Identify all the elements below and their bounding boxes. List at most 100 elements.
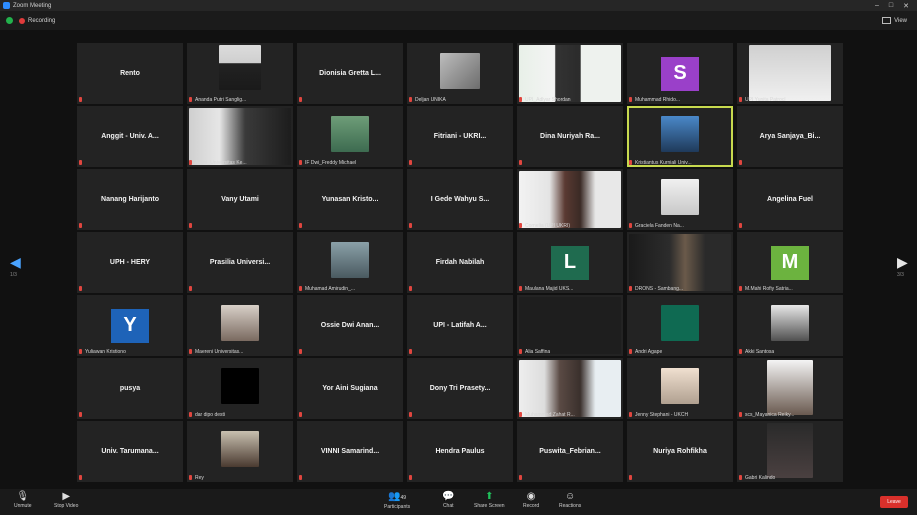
- maximize-icon[interactable]: □: [889, 2, 893, 10]
- participant-name: Arya Sanjaya_Bi...: [759, 133, 821, 140]
- muted-mic-icon: [79, 160, 82, 165]
- next-page-arrow-icon[interactable]: ▶: [897, 254, 908, 271]
- leave-meeting-button[interactable]: Leave: [880, 496, 908, 508]
- participant-tile[interactable]: Alia Saffina: [517, 295, 623, 356]
- participant-tile[interactable]: Graciela Fanden Na...: [627, 169, 733, 230]
- participant-tile[interactable]: M M.Mahi Rofiy Satria...: [737, 232, 843, 293]
- participant-tile[interactable]: Nuriya Rohfikha: [627, 421, 733, 482]
- muted-mic-icon: [409, 412, 412, 417]
- participant-tile-active-speaker[interactable]: Kristiantus Kurniali Univ...: [627, 106, 733, 167]
- muted-mic-icon: [299, 349, 302, 354]
- muted-mic-icon: [189, 286, 192, 291]
- participant-name: I Gede Wahyu S...: [430, 196, 490, 203]
- participant-tile[interactable]: Ossie Dwi Anan...: [297, 295, 403, 356]
- muted-mic-icon: [519, 97, 522, 102]
- participant-tile[interactable]: Arya Sanjaya_Bi...: [737, 106, 843, 167]
- participant-tile[interactable]: dar dipo desti: [187, 358, 293, 419]
- participant-tile[interactable]: Jenny Stephani - UKCH: [627, 358, 733, 419]
- minimize-icon[interactable]: –: [875, 2, 879, 10]
- participant-tile[interactable]: Cornelia (UPI UKRI): [517, 169, 623, 230]
- muted-mic-icon: [299, 412, 302, 417]
- chat-button[interactable]: 💬 Chat: [442, 491, 454, 509]
- participant-tile[interactable]: Angelina Fuel: [737, 169, 843, 230]
- participant-tile[interactable]: Firdah Nabilah: [407, 232, 513, 293]
- participant-tile[interactable]: Rento: [77, 43, 183, 104]
- participant-tile[interactable]: Puswita_Febrian...: [517, 421, 623, 482]
- participant-tile[interactable]: Hendra Paulus: [407, 421, 513, 482]
- muted-mic-icon: [79, 475, 82, 480]
- participant-tile[interactable]: Akki Santosa: [737, 295, 843, 356]
- participant-tile[interactable]: Yunasan Kristo...: [297, 169, 403, 230]
- unmute-button[interactable]: 🎙 Unmute: [14, 491, 32, 509]
- participant-tile[interactable]: Fitriani - UKRI...: [407, 106, 513, 167]
- record-button[interactable]: ◉ Record: [523, 491, 539, 509]
- participant-tile[interactable]: Muhamad Amirudin_...: [297, 232, 403, 293]
- stop-video-button[interactable]: ▶ Stop Video: [54, 491, 78, 509]
- shield-icon[interactable]: [6, 17, 13, 24]
- participant-video: [767, 423, 813, 478]
- participant-tile[interactable]: UPI Yunita Patrocl: [737, 43, 843, 104]
- participant-tile[interactable]: Ananda Putri Sanglig...: [187, 43, 293, 104]
- participant-tile[interactable]: Dionisia Gretta L...: [297, 43, 403, 104]
- participant-tile[interactable]: pusya: [77, 358, 183, 419]
- record-icon: ◉: [526, 491, 536, 502]
- participant-tile[interactable]: Yor Aini Sugiana: [297, 358, 403, 419]
- participant-tile[interactable]: Y Yuliawan Kristiono: [77, 295, 183, 356]
- unmute-label: Unmute: [14, 503, 32, 509]
- participant-tile[interactable]: Nanang Harijanto: [77, 169, 183, 230]
- participant-tile[interactable]: UPI - Latifah A...: [407, 295, 513, 356]
- participant-name: VINNI Samarind...: [320, 448, 380, 455]
- participant-name: Yuliawan Kristiono: [85, 349, 126, 355]
- muted-mic-icon: [739, 412, 742, 417]
- participant-tile[interactable]: UPI_Adlyar Shordan: [517, 43, 623, 104]
- participant-tile[interactable]: scs_Mayanica Reiky...: [737, 358, 843, 419]
- chat-label: Chat: [442, 503, 454, 509]
- participant-tile[interactable]: Rey: [187, 421, 293, 482]
- participant-tile[interactable]: Maereni Universitas...: [187, 295, 293, 356]
- participant-tile[interactable]: Dina Nuriyah Ra...: [517, 106, 623, 167]
- reactions-button[interactable]: ☺ Reactions: [559, 491, 581, 509]
- participant-tile[interactable]: Dony Tri Prasety...: [407, 358, 513, 419]
- muted-mic-icon: [189, 223, 192, 228]
- participant-name: Vany Utami: [221, 196, 259, 203]
- participant-tile[interactable]: Ayuni_Universitas Ke...: [187, 106, 293, 167]
- muted-mic-icon: [629, 223, 632, 228]
- participant-tile[interactable]: Gabri Kalindo: [737, 421, 843, 482]
- participant-video: [189, 108, 291, 165]
- window-title: Zoom Meeting: [13, 2, 52, 9]
- participants-button[interactable]: 👥49 Participants: [384, 491, 410, 510]
- participant-name: Graciela Fanden Na...: [635, 223, 684, 229]
- close-icon[interactable]: ✕: [903, 2, 909, 10]
- participant-tile[interactable]: Anggit - Univ. A...: [77, 106, 183, 167]
- participant-tile[interactable]: DRONS - Sambang...: [627, 232, 733, 293]
- participant-tile[interactable]: I Gede Wahyu S...: [407, 169, 513, 230]
- participant-name: IF Dwi_Freddy Michael: [305, 160, 357, 166]
- participant-name: Nuriya Rohfikha: [653, 448, 707, 455]
- muted-mic-icon: [629, 97, 632, 102]
- muted-mic-icon: [299, 160, 302, 165]
- participant-tile[interactable]: S Muhammad Rhido...: [627, 43, 733, 104]
- participant-tile[interactable]: Prasilia Universi...: [187, 232, 293, 293]
- avatar: M: [771, 245, 809, 280]
- muted-mic-icon: [409, 223, 412, 228]
- participants-icon: 👥49: [388, 491, 407, 502]
- avatar: L: [551, 245, 589, 280]
- share-screen-button[interactable]: ⬆ Share Screen: [474, 491, 505, 509]
- participant-tile[interactable]: Deljan UNIKA: [407, 43, 513, 104]
- participant-tile[interactable]: Andri Agape: [627, 295, 733, 356]
- previous-page-arrow-icon[interactable]: ◀: [10, 254, 21, 271]
- participant-name: Kristiantus Kurniali Univ...: [635, 160, 692, 166]
- participant-video: [219, 45, 261, 90]
- participant-video: [519, 360, 621, 417]
- participant-tile[interactable]: UPH - HERY: [77, 232, 183, 293]
- participant-tile[interactable]: VINNI Samarind...: [297, 421, 403, 482]
- participant-tile[interactable]: Vany Utami: [187, 169, 293, 230]
- participant-tile[interactable]: L Maulana Majid UKS...: [517, 232, 623, 293]
- participant-name: Muhammad Rhido...: [635, 97, 681, 103]
- participant-tile[interactable]: Muhammad Zahat R...: [517, 358, 623, 419]
- participant-tile[interactable]: Univ. Tarumana...: [77, 421, 183, 482]
- muted-mic-icon: [299, 97, 302, 102]
- view-button[interactable]: View: [882, 17, 907, 24]
- participant-tile[interactable]: IF Dwi_Freddy Michael: [297, 106, 403, 167]
- participant-name: Dionisia Gretta L...: [319, 70, 381, 77]
